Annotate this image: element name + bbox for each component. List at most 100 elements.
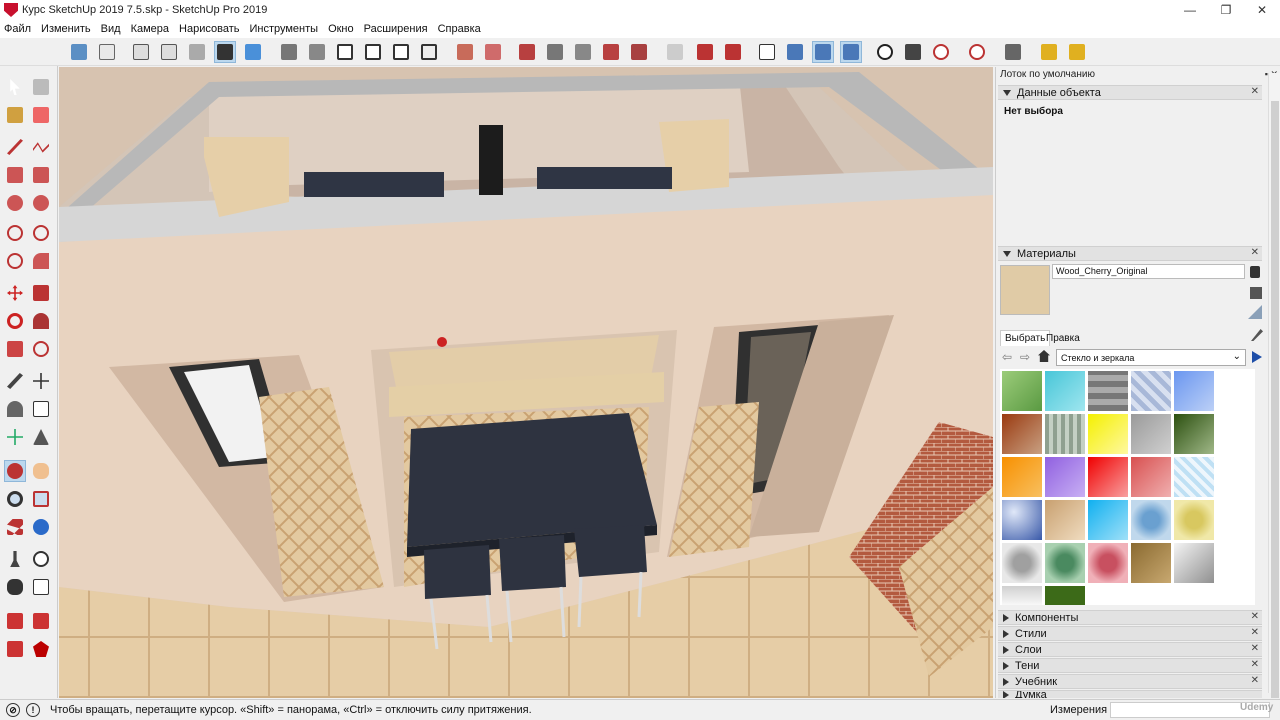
close-panel-icon[interactable]: ✕ — [1251, 643, 1259, 654]
house-4-icon[interactable] — [418, 41, 440, 63]
materials-header[interactable]: Материалы ✕ — [998, 246, 1262, 261]
grid-icon[interactable] — [482, 41, 504, 63]
right-view-icon[interactable] — [158, 41, 180, 63]
rectangle-icon[interactable] — [4, 164, 26, 186]
push-pull-icon[interactable] — [30, 282, 52, 304]
add-detail-icon[interactable] — [600, 41, 622, 63]
menu-window[interactable]: Окно — [328, 23, 354, 35]
section-plane-icon[interactable] — [756, 41, 778, 63]
back-view-icon[interactable] — [186, 41, 208, 63]
rotated-rectangle-icon[interactable] — [30, 164, 52, 186]
close-panel-icon[interactable]: ✕ — [1251, 247, 1259, 258]
shaded-icon[interactable] — [242, 41, 264, 63]
swatch-moss-glass[interactable] — [1045, 586, 1085, 605]
section-fill-icon[interactable] — [840, 41, 862, 63]
swatch-orange-glass[interactable] — [1002, 457, 1042, 497]
swatch-green-glass[interactable] — [1002, 371, 1042, 411]
swatch-dark-green-glass[interactable] — [1174, 414, 1214, 454]
section-plane-tool-icon[interactable] — [30, 576, 52, 598]
door-icon[interactable] — [306, 41, 328, 63]
offset-icon[interactable] — [30, 338, 52, 360]
look-around-icon[interactable] — [30, 548, 52, 570]
house-2-icon[interactable] — [362, 41, 384, 63]
swatch-bronze-glass[interactable] — [1131, 543, 1171, 583]
rotate-icon[interactable] — [4, 310, 26, 332]
close-panel-icon[interactable]: ✕ — [1251, 675, 1259, 686]
pan-icon[interactable] — [30, 460, 52, 482]
model-viewport[interactable] — [59, 67, 993, 698]
geolocation-icon[interactable] — [930, 41, 952, 63]
create-material-icon[interactable] — [1250, 266, 1260, 278]
close-panel-icon[interactable]: ✕ — [1251, 627, 1259, 638]
zoom-icon[interactable] — [4, 488, 26, 510]
fog-header[interactable]: Думка — [998, 690, 1262, 698]
section-cut-icon[interactable] — [812, 41, 834, 63]
menu-file[interactable]: Файл — [4, 23, 31, 35]
material-name-field[interactable]: Wood_Cherry_Original — [1052, 264, 1245, 279]
close-panel-icon[interactable]: ✕ — [1251, 659, 1259, 670]
swatch-purple-glass[interactable] — [1045, 457, 1085, 497]
tray-scrollbar[interactable] — [1268, 73, 1280, 698]
layers-header[interactable]: Слои ✕ — [998, 642, 1262, 657]
back-arrow-icon[interactable]: ⇦ — [1002, 350, 1012, 364]
flip-edge-icon[interactable] — [628, 41, 650, 63]
eraser-icon[interactable] — [30, 104, 52, 126]
swatch-yellow-glass[interactable] — [1088, 414, 1128, 454]
close-button[interactable]: ✕ — [1244, 0, 1280, 20]
menu-view[interactable]: Вид — [101, 23, 121, 35]
share-model-icon[interactable] — [30, 610, 52, 632]
swatch-blue-tile[interactable] — [1131, 371, 1171, 411]
undo-icon[interactable] — [664, 41, 686, 63]
material-library-select[interactable]: Стекло и зеркала ⌄ — [1056, 349, 1246, 366]
display-secondary-icon[interactable] — [1250, 287, 1262, 299]
swatch-white-glass[interactable] — [1002, 586, 1042, 605]
shadow-icon[interactable] — [1066, 41, 1088, 63]
compass-icon[interactable] — [874, 41, 896, 63]
swatch-aqua-glass[interactable] — [1088, 500, 1128, 540]
entity-info-header[interactable]: Данные объекта ✕ — [998, 85, 1262, 100]
stamp-icon[interactable] — [544, 41, 566, 63]
house-icon[interactable] — [334, 41, 356, 63]
styles-header[interactable]: Стили ✕ — [998, 626, 1262, 641]
front-view-icon[interactable] — [130, 41, 152, 63]
zoom-extents-icon[interactable] — [4, 516, 26, 538]
components-icon[interactable] — [278, 41, 300, 63]
tape-icon[interactable] — [1002, 41, 1024, 63]
swatch-gray-speckle[interactable] — [1002, 543, 1042, 583]
default-material-icon[interactable] — [1248, 305, 1262, 319]
follow-me-icon[interactable] — [30, 310, 52, 332]
orbit-icon[interactable] — [4, 460, 26, 482]
line-icon[interactable] — [4, 136, 26, 158]
3d-text-icon[interactable] — [30, 426, 52, 448]
move-icon[interactable] — [4, 282, 26, 304]
swatch-gray-glass[interactable] — [1131, 414, 1171, 454]
polygon-icon[interactable] — [30, 192, 52, 214]
swatch-pink-glass[interactable] — [1131, 457, 1171, 497]
geo-location-status-icon[interactable]: ⊘ — [6, 703, 20, 717]
target-icon[interactable] — [966, 41, 988, 63]
menu-edit[interactable]: Изменить — [41, 23, 91, 35]
pencil-icon[interactable] — [902, 41, 924, 63]
eyedropper-icon[interactable] — [1251, 329, 1263, 341]
swatch-mirror[interactable] — [1174, 543, 1214, 583]
swatch-gray-pattern[interactable] — [1088, 371, 1128, 411]
tray-scroll-thumb[interactable] — [1271, 101, 1279, 698]
axes-tool-icon[interactable] — [4, 426, 26, 448]
sandbox-icon[interactable] — [516, 41, 538, 63]
close-panel-icon[interactable]: ✕ — [1251, 86, 1259, 97]
tab-edit[interactable]: Правка — [1042, 331, 1084, 346]
swatch-cyan-glass[interactable] — [1045, 371, 1085, 411]
details-arrow-icon[interactable] — [1252, 351, 1262, 363]
swatch-green-speckle[interactable] — [1045, 543, 1085, 583]
menu-camera[interactable]: Камера — [131, 23, 169, 35]
swatch-brown-glass[interactable] — [1002, 414, 1042, 454]
extension-warehouse-icon[interactable] — [4, 638, 26, 660]
scale-icon[interactable] — [4, 338, 26, 360]
components-header[interactable]: Компоненты ✕ — [998, 610, 1262, 625]
swatch-light-blue-tile[interactable] — [1174, 457, 1214, 497]
previous-view-icon[interactable] — [30, 516, 52, 538]
warehouse-icon[interactable] — [694, 41, 716, 63]
menu-draw[interactable]: Нарисовать — [179, 23, 239, 35]
select-icon[interactable] — [4, 76, 26, 98]
protractor-icon[interactable] — [4, 398, 26, 420]
